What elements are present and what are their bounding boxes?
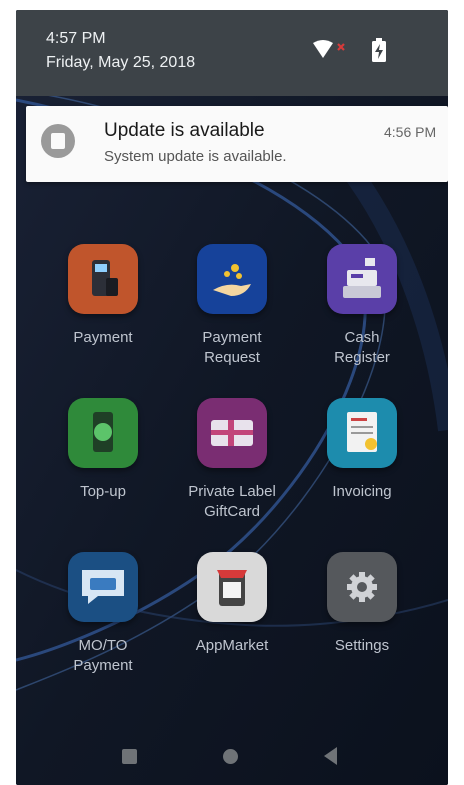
app-top-up[interactable]: Top-up bbox=[38, 398, 168, 502]
recents-button[interactable] bbox=[122, 749, 137, 764]
status-bar[interactable]: 4:57 PM Friday, May 25, 2018 bbox=[16, 10, 448, 96]
app-label: Cash Register bbox=[334, 329, 390, 366]
navigation-bar bbox=[16, 728, 448, 785]
app-label: Payment bbox=[73, 329, 133, 346]
app-invoicing[interactable]: Invoicing bbox=[297, 398, 427, 502]
app-label: Settings bbox=[334, 637, 390, 654]
app-cash-register[interactable]: Cash Register bbox=[297, 244, 427, 368]
back-button[interactable] bbox=[322, 746, 338, 766]
app-payment[interactable]: Payment bbox=[38, 244, 168, 348]
update-notification[interactable]: Update is available System update is ava… bbox=[26, 106, 448, 182]
home-button[interactable] bbox=[223, 749, 238, 764]
gift-card-icon bbox=[197, 398, 267, 468]
invoice-icon bbox=[327, 398, 397, 468]
cash-register-icon bbox=[327, 244, 397, 314]
app-store-icon bbox=[197, 552, 267, 622]
app-appmarket[interactable]: AppMarket bbox=[167, 552, 297, 656]
app-settings[interactable]: Settings bbox=[297, 552, 427, 656]
gear-icon bbox=[327, 552, 397, 622]
app-private-label-giftcard[interactable]: Private Label GiftCard bbox=[167, 398, 297, 522]
notification-title: Update is available bbox=[104, 120, 265, 141]
no-sim-x-icon bbox=[337, 43, 345, 51]
phone-topup-icon bbox=[68, 398, 138, 468]
app-label: Invoicing bbox=[332, 483, 392, 500]
hand-coins-icon bbox=[197, 244, 267, 314]
notification-time: 4:56 PM bbox=[384, 124, 437, 140]
app-payment-request[interactable]: Payment Request bbox=[167, 244, 297, 368]
notification-text: System update is available. bbox=[104, 148, 287, 165]
app-mo-to-payment[interactable]: MO/TO Payment bbox=[38, 552, 168, 676]
app-label: Top-up bbox=[80, 483, 126, 500]
app-label: MO/TO Payment bbox=[73, 637, 133, 674]
payment-terminal-icon bbox=[68, 244, 138, 314]
wifi-icon bbox=[313, 40, 345, 58]
app-label: Private Label GiftCard bbox=[188, 483, 276, 520]
app-label: Payment Request bbox=[202, 329, 262, 366]
status-time: 4:57 PM bbox=[46, 30, 106, 47]
status-date: Friday, May 25, 2018 bbox=[46, 54, 196, 71]
battery-charging-icon bbox=[372, 38, 386, 62]
device-screen: 4:57 PM Friday, May 25, 2018 Update is a… bbox=[16, 10, 448, 785]
app-label: AppMarket bbox=[195, 637, 269, 654]
system-update-icon bbox=[41, 124, 75, 158]
chat-card-icon bbox=[68, 552, 138, 622]
